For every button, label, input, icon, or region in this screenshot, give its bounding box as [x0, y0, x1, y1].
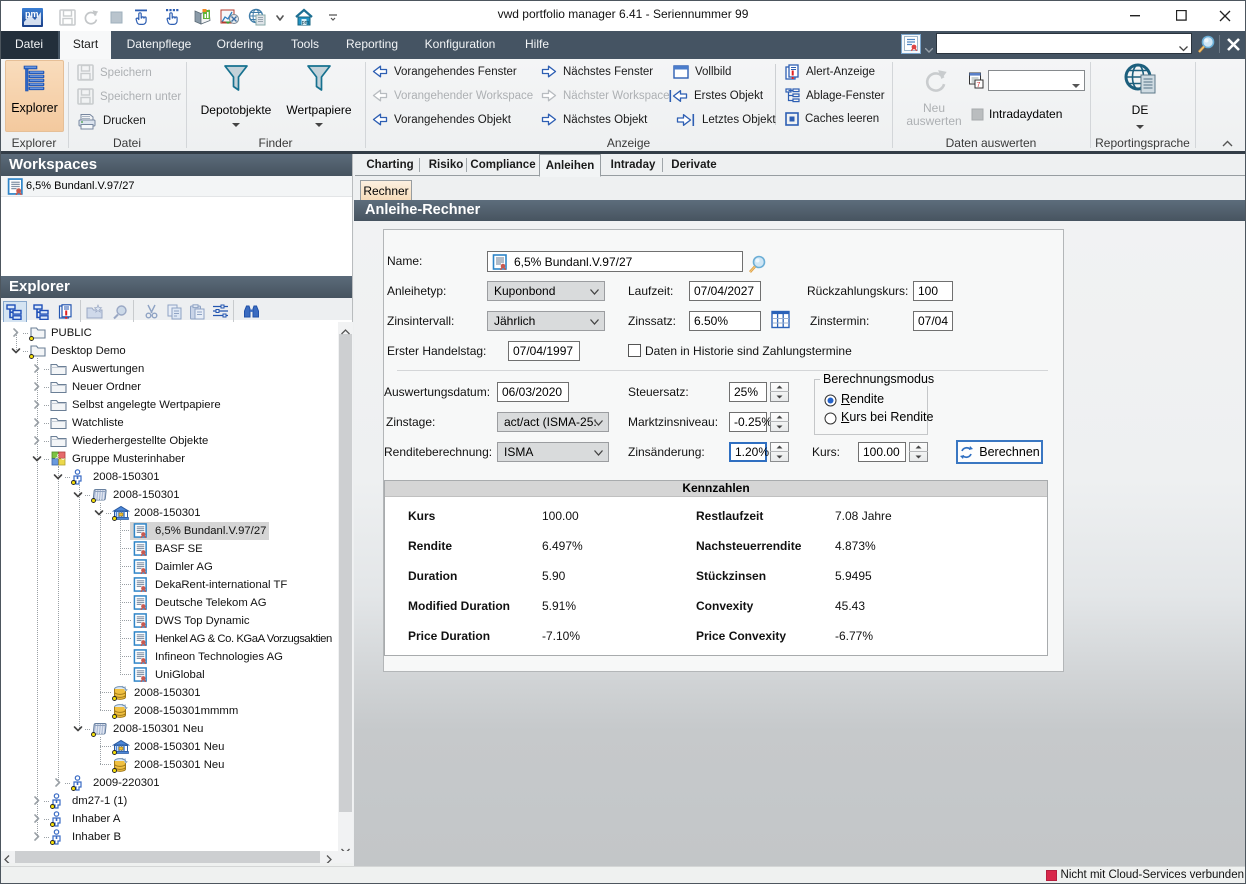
svg-text:7: 7	[977, 82, 981, 89]
